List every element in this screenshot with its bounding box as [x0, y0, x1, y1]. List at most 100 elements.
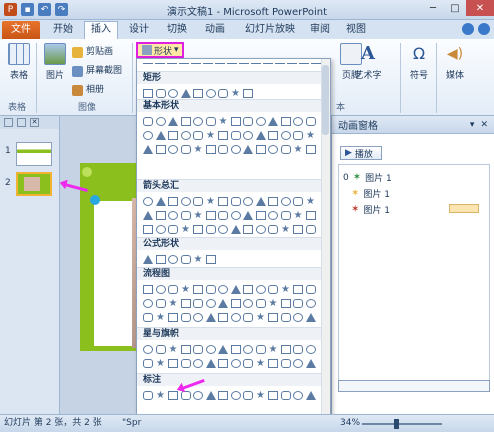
- arrow-shape-icon[interactable]: ★: [293, 211, 303, 221]
- equation-shape-icon[interactable]: [168, 255, 178, 264]
- wordart-button[interactable]: A 艺术字: [350, 43, 386, 81]
- basic-shape-icon[interactable]: [255, 131, 266, 140]
- arrow-shape-icon[interactable]: [143, 225, 153, 234]
- picture-button[interactable]: 图片: [40, 43, 70, 81]
- basic-shape-icon[interactable]: [155, 145, 166, 154]
- callout-shape-icon[interactable]: [230, 391, 241, 400]
- star-banner-shape-icon[interactable]: [143, 345, 153, 354]
- animation-item[interactable]: ✶ 图片 1: [351, 203, 390, 216]
- flowchart-shape-icon[interactable]: [218, 285, 228, 294]
- flowchart-shape-icon[interactable]: [180, 299, 191, 308]
- equation-shape-icon[interactable]: [205, 255, 216, 264]
- star-banner-shape-icon[interactable]: [243, 345, 253, 354]
- basic-shape-icon[interactable]: [205, 117, 216, 126]
- basic-shape-icon[interactable]: [268, 117, 278, 126]
- line-shape-icon[interactable]: [155, 63, 165, 64]
- zoom-slider-thumb[interactable]: [394, 419, 399, 429]
- basic-shape-icon[interactable]: [218, 145, 228, 154]
- close-button[interactable]: ✕: [466, 0, 494, 16]
- clipart-button[interactable]: 剪贴画: [72, 45, 113, 59]
- basic-shape-icon[interactable]: [280, 117, 291, 126]
- star-banner-shape-icon[interactable]: [180, 345, 191, 354]
- arrow-shape-icon[interactable]: [218, 225, 228, 234]
- star-banner-shape-icon[interactable]: [293, 359, 303, 368]
- tab-view[interactable]: 视图: [342, 23, 370, 39]
- flowchart-shape-icon[interactable]: [180, 313, 191, 322]
- arrow-shape-icon[interactable]: [143, 197, 153, 206]
- arrow-shape-icon[interactable]: [268, 211, 278, 220]
- equation-shape-icon[interactable]: [180, 255, 191, 264]
- flowchart-shape-icon[interactable]: [230, 313, 241, 322]
- basic-shape-icon[interactable]: [243, 117, 253, 126]
- flowchart-shape-icon[interactable]: [268, 285, 278, 294]
- rectangle-shape-icon[interactable]: [205, 89, 216, 98]
- star-banner-shape-icon[interactable]: ★: [156, 359, 166, 369]
- gallery-scrollbar[interactable]: [321, 59, 330, 431]
- line-shape-icon[interactable]: [275, 63, 285, 64]
- line-shape-icon[interactable]: [215, 63, 225, 64]
- flowchart-shape-icon[interactable]: [205, 299, 216, 308]
- rectangle-shape-icon[interactable]: [168, 89, 178, 98]
- close-icon[interactable]: ✕: [480, 120, 488, 130]
- basic-shape-icon[interactable]: [268, 145, 278, 154]
- arrow-shape-icon[interactable]: [280, 197, 291, 206]
- close-icon[interactable]: ✕: [30, 118, 39, 127]
- line-shape-icon[interactable]: [179, 63, 189, 64]
- arrow-shape-icon[interactable]: [155, 211, 166, 220]
- star-banner-shape-icon[interactable]: [180, 359, 191, 368]
- flowchart-shape-icon[interactable]: [168, 313, 178, 322]
- arrow-shape-icon[interactable]: [268, 197, 278, 206]
- flowchart-shape-icon[interactable]: [168, 285, 178, 294]
- basic-shape-icon[interactable]: ★: [306, 131, 316, 141]
- flowchart-shape-icon[interactable]: ★: [281, 285, 291, 295]
- flowchart-shape-icon[interactable]: [268, 313, 278, 322]
- star-banner-shape-icon[interactable]: [205, 359, 216, 368]
- rectangle-shape-icon[interactable]: [193, 89, 203, 98]
- zoom-slider[interactable]: [362, 423, 442, 425]
- flowchart-shape-icon[interactable]: [193, 299, 203, 308]
- flowchart-shape-icon[interactable]: [143, 313, 153, 322]
- callout-shape-icon[interactable]: [168, 391, 178, 400]
- ribbon-minimize-icon[interactable]: [462, 23, 474, 35]
- symbol-button[interactable]: Ω 符号: [404, 43, 434, 81]
- basic-shape-icon[interactable]: [230, 117, 241, 126]
- animation-item[interactable]: ✶ 图片 1: [351, 187, 390, 200]
- flowchart-shape-icon[interactable]: ★: [156, 313, 166, 323]
- table-button[interactable]: 表格: [4, 43, 34, 81]
- basic-shape-icon[interactable]: [180, 145, 191, 154]
- animation-scrollbar[interactable]: [338, 380, 490, 392]
- arrow-shape-icon[interactable]: [255, 225, 266, 234]
- flowchart-shape-icon[interactable]: [143, 285, 153, 294]
- equation-shape-icon[interactable]: ★: [193, 255, 203, 265]
- basic-shape-icon[interactable]: [143, 117, 153, 126]
- star-banner-shape-icon[interactable]: [218, 359, 228, 368]
- basic-shape-icon[interactable]: ★: [218, 117, 228, 127]
- flowchart-shape-icon[interactable]: [293, 299, 303, 308]
- star-banner-shape-icon[interactable]: [243, 359, 253, 368]
- equation-shape-icon[interactable]: [155, 255, 166, 264]
- basic-shape-icon[interactable]: [305, 145, 316, 154]
- basic-shape-icon[interactable]: [293, 117, 303, 126]
- arrow-shape-icon[interactable]: [305, 211, 316, 220]
- arrow-shape-icon[interactable]: ★: [306, 197, 316, 207]
- callout-shape-icon[interactable]: [280, 391, 291, 400]
- rectangle-shape-icon[interactable]: [143, 89, 153, 98]
- flowchart-shape-icon[interactable]: [143, 299, 153, 308]
- star-banner-shape-icon[interactable]: [193, 345, 203, 354]
- arrow-shape-icon[interactable]: [193, 197, 203, 206]
- arrow-shape-icon[interactable]: ★: [193, 211, 203, 221]
- callout-shape-icon[interactable]: [193, 391, 203, 400]
- tab-transitions[interactable]: 切换: [162, 23, 192, 39]
- flowchart-shape-icon[interactable]: [193, 313, 203, 322]
- line-shape-icon[interactable]: [251, 63, 261, 64]
- arrow-shape-icon[interactable]: [193, 225, 203, 234]
- star-banner-shape-icon[interactable]: [155, 345, 166, 354]
- arrow-shape-icon[interactable]: [168, 225, 178, 234]
- tab-review[interactable]: 审阅: [306, 23, 334, 39]
- timeline-bar[interactable]: [449, 204, 479, 213]
- basic-shape-icon[interactable]: [155, 117, 166, 126]
- star-banner-shape-icon[interactable]: [193, 359, 203, 368]
- arrow-shape-icon[interactable]: [168, 197, 178, 206]
- flowchart-shape-icon[interactable]: [243, 285, 253, 294]
- basic-shape-icon[interactable]: [230, 131, 241, 140]
